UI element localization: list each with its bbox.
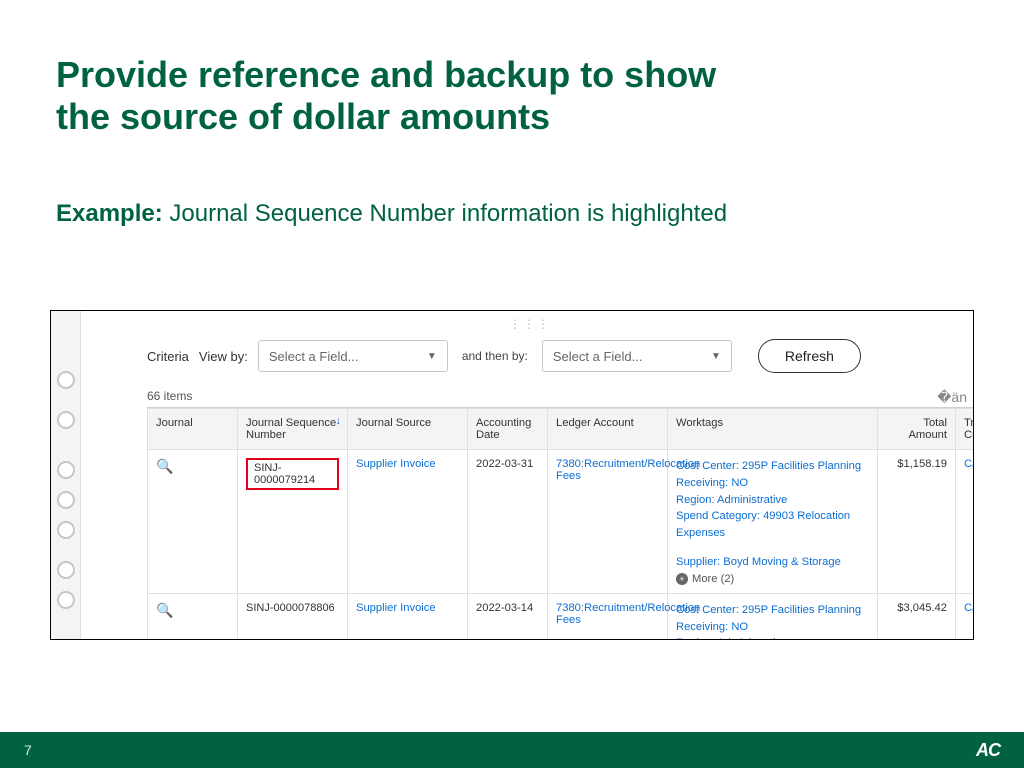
view-by-label: View by:: [199, 349, 248, 364]
rail-bubble: [57, 371, 75, 389]
sequence-value: SINJ-0000078806: [246, 602, 335, 614]
table-row: 🔍 SINJ-0000079214 Supplier Invoice 2022-…: [148, 450, 975, 594]
screenshot-content: ⋮⋮⋮ Criteria View by: Select a Field... …: [87, 311, 973, 639]
worktag[interactable]: Spend Category: 49903 Relocation Expense…: [676, 508, 869, 542]
and-then-by-label: and then by:: [462, 349, 528, 363]
col-sequence[interactable]: Journal Sequence Number ↓: [238, 409, 348, 450]
view-by-select[interactable]: Select a Field... ▼: [258, 340, 448, 372]
worktag[interactable]: Region: Administrative: [676, 492, 869, 509]
criteria-label: Criteria: [147, 349, 189, 364]
brand-logo: AC: [976, 740, 1000, 761]
sequence-highlight: SINJ-0000079214: [246, 458, 339, 490]
rail-bubble: [57, 491, 75, 509]
cell-currency[interactable]: CAD: [956, 450, 975, 594]
worktag[interactable]: Region: Administrative: [676, 635, 869, 640]
cell-sequence: SINJ-0000079214: [238, 450, 348, 594]
col-journal[interactable]: Journal: [148, 409, 238, 450]
cell-currency[interactable]: CAD: [956, 593, 975, 640]
cell-date: 2022-03-14: [468, 593, 548, 640]
view-by-placeholder: Select a Field...: [269, 349, 359, 364]
screenshot-panel: ⋮⋮⋮ Criteria View by: Select a Field... …: [50, 310, 974, 640]
example-text: Journal Sequence Number information is h…: [163, 200, 727, 227]
cell-ledger[interactable]: 7380:Recruitment/Relocation Fees: [548, 593, 668, 640]
cell-date: 2022-03-31: [468, 450, 548, 594]
worktag[interactable]: Receiving: NO: [676, 619, 869, 636]
left-rail: [51, 311, 81, 639]
cell-source[interactable]: Supplier Invoice: [348, 450, 468, 594]
items-count: 66 items: [87, 387, 973, 409]
col-sequence-label: Journal Sequence Number: [246, 417, 336, 441]
title-line-1: Provide reference and backup to show: [56, 54, 716, 95]
worktag[interactable]: Cost Center: 295P Facilities Planning: [676, 602, 869, 619]
chevron-down-icon: ▼: [427, 351, 437, 362]
refresh-button[interactable]: Refresh: [758, 339, 861, 373]
title-line-2: the source of dollar amounts: [56, 96, 550, 137]
worktag[interactable]: Supplier: Boyd Moving & Storage: [676, 554, 869, 571]
sort-indicator-icon: ↓: [336, 415, 342, 427]
export-icon[interactable]: �än: [937, 389, 967, 406]
rail-bubble: [57, 591, 75, 609]
cell-worktags: Cost Center: 295P Facilities Planning Re…: [668, 450, 878, 594]
chevron-down-icon: ▼: [711, 351, 721, 362]
cell-journal[interactable]: 🔍: [148, 450, 238, 594]
worktag[interactable]: Cost Center: 295P Facilities Planning: [676, 458, 869, 475]
and-then-by-placeholder: Select a Field...: [553, 349, 643, 364]
rail-bubble: [57, 461, 75, 479]
rail-bubble: [57, 561, 75, 579]
slide-title: Provide reference and backup to show the…: [56, 54, 716, 139]
col-ledger[interactable]: Ledger Account: [548, 409, 668, 450]
cell-worktags: Cost Center: 295P Facilities Planning Re…: [668, 593, 878, 640]
cell-amount: $3,045.42: [878, 593, 956, 640]
and-then-by-select[interactable]: Select a Field... ▼: [542, 340, 732, 372]
search-icon[interactable]: 🔍: [156, 458, 173, 474]
rail-bubble: [57, 411, 75, 429]
col-worktags[interactable]: Worktags: [668, 409, 878, 450]
slide-footer: 7 AC: [0, 732, 1024, 768]
grid-toolbar: �än: [937, 389, 967, 406]
plus-icon: +: [676, 573, 688, 585]
cell-ledger[interactable]: 7380:Recruitment/Relocation Fees: [548, 450, 668, 594]
search-icon[interactable]: 🔍: [156, 602, 173, 618]
table-header-row: Journal Journal Sequence Number ↓ Journa…: [148, 409, 975, 450]
example-label: Example:: [56, 200, 163, 227]
more-label: More (2): [692, 573, 734, 585]
journal-table: Journal Journal Sequence Number ↓ Journa…: [147, 408, 974, 640]
table-row: 🔍 SINJ-0000078806 Supplier Invoice 2022-…: [148, 593, 975, 640]
col-amount[interactable]: Total Amount: [878, 409, 956, 450]
worktag[interactable]: Receiving: NO: [676, 475, 869, 492]
refresh-label: Refresh: [785, 348, 834, 364]
page-number: 7: [24, 742, 32, 758]
cell-sequence: SINJ-0000078806: [238, 593, 348, 640]
col-date[interactable]: Accounting Date: [468, 409, 548, 450]
data-grid: Journal Journal Sequence Number ↓ Journa…: [147, 407, 973, 639]
drag-handle-icon[interactable]: ⋮⋮⋮: [509, 317, 551, 331]
rail-bubble: [57, 521, 75, 539]
col-source[interactable]: Journal Source: [348, 409, 468, 450]
col-currency[interactable]: Translation Currency: [956, 409, 975, 450]
cell-source[interactable]: Supplier Invoice: [348, 593, 468, 640]
cell-journal[interactable]: 🔍: [148, 593, 238, 640]
example-line: Example: Journal Sequence Number informa…: [56, 200, 727, 228]
more-worktags[interactable]: + More (2): [676, 573, 734, 585]
cell-amount: $1,158.19: [878, 450, 956, 594]
